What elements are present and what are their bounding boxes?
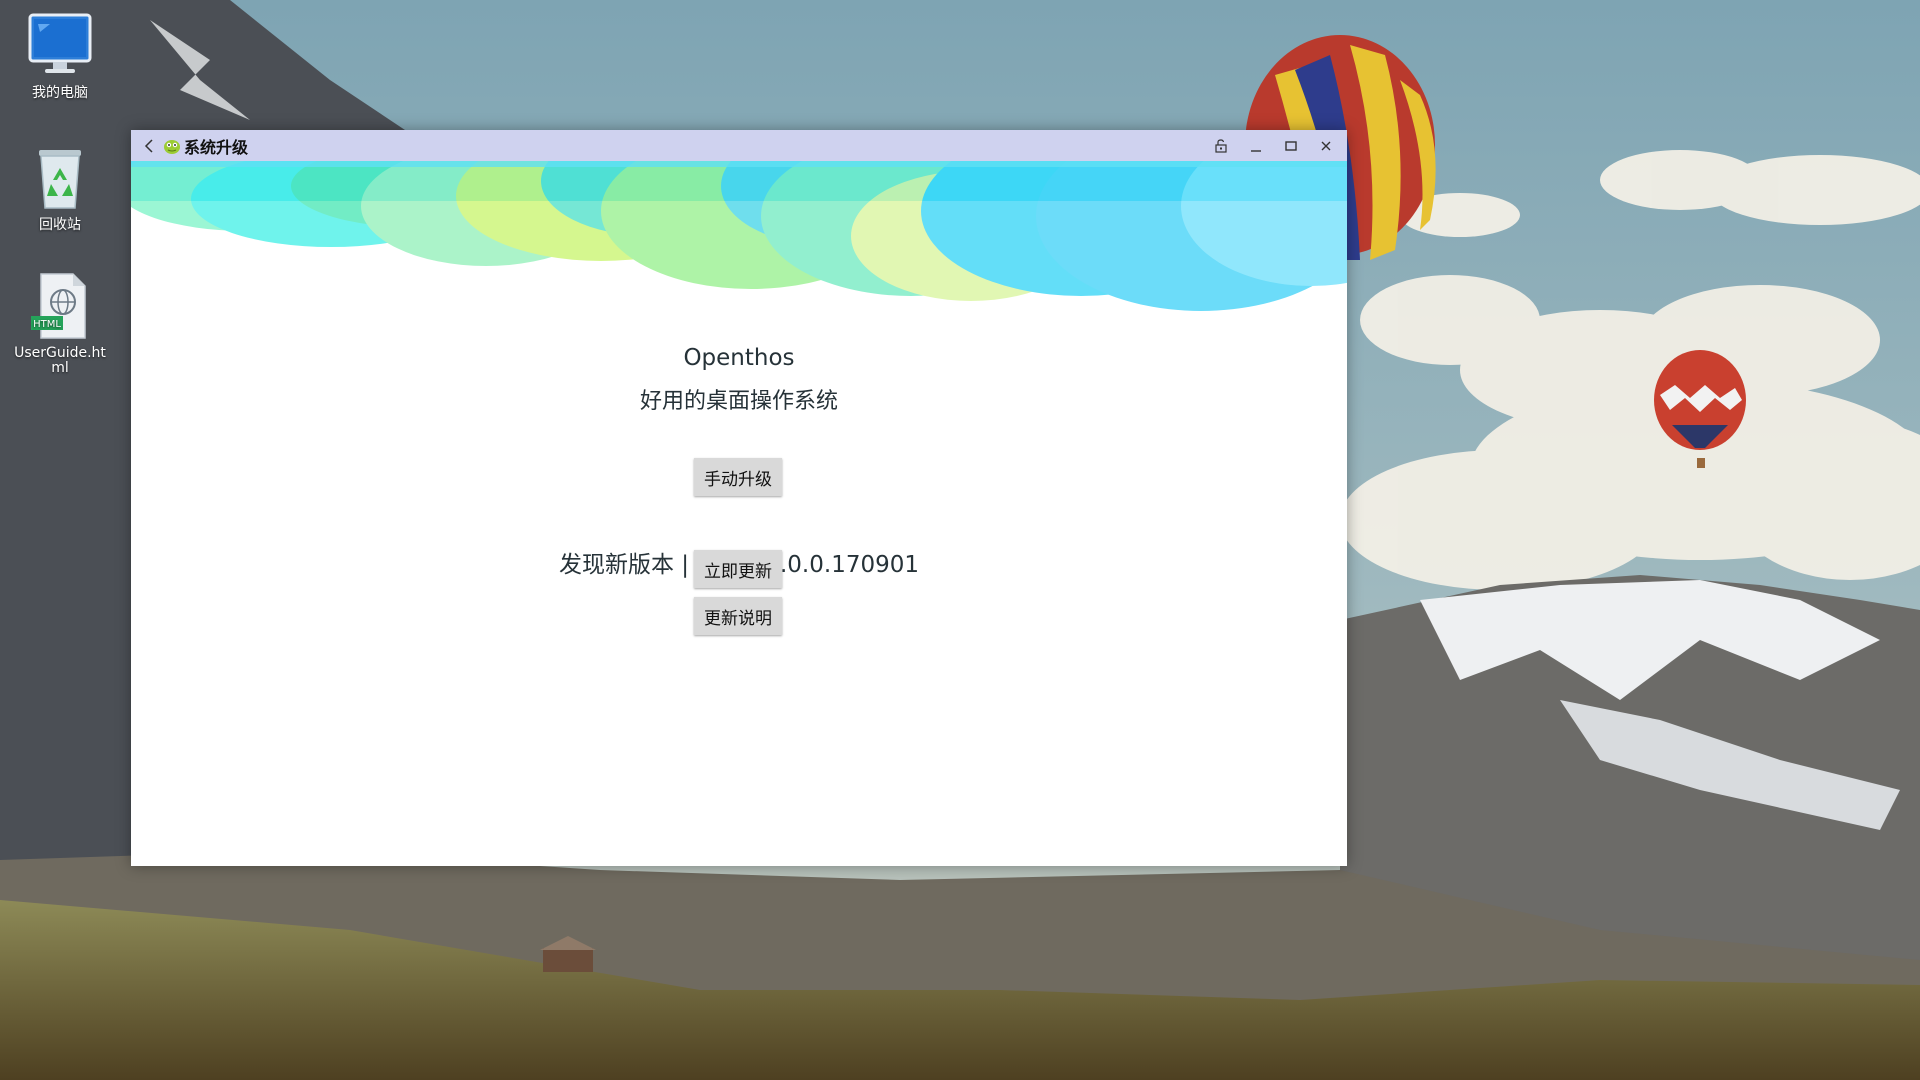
back-button[interactable] (137, 130, 161, 161)
minimize-icon (1250, 149, 1261, 152)
header-banner (131, 161, 1347, 351)
window-unlock-icon (1214, 138, 1227, 153)
desktop-icon-userguide[interactable]: HTML UserGuide.html (14, 272, 106, 376)
computer-icon (25, 12, 95, 82)
html-badge: HTML (33, 319, 61, 330)
manual-upgrade-button[interactable]: 手动升级 (694, 458, 782, 496)
app-icon (163, 137, 181, 155)
html-file-icon: HTML (25, 272, 95, 342)
desktop-icon-label: 我的电脑 (32, 85, 88, 101)
window-titlebar[interactable]: 系统升级 (131, 130, 1347, 161)
chevron-left-icon (144, 138, 153, 153)
window-controls (1203, 130, 1343, 161)
desktop-icon-label: 回收站 (39, 217, 81, 233)
desktop-icon-label: UserGuide.html (14, 345, 106, 376)
maximize-icon (1284, 140, 1297, 151)
close-icon (1321, 141, 1330, 150)
close-button[interactable] (1308, 130, 1343, 161)
update-now-button[interactable]: 立即更新 (694, 550, 782, 588)
release-notes-button[interactable]: 更新说明 (694, 597, 782, 635)
desktop-icon-my-computer[interactable]: 我的电脑 (14, 12, 106, 101)
app-name: Openthos (683, 345, 795, 371)
minimize-button[interactable] (1238, 130, 1273, 161)
system-upgrade-window: 系统升级 Openthos 好用的桌面操作系统 手动升级 发现新版本 | 稳定版… (131, 130, 1347, 866)
maximize-button[interactable] (1273, 130, 1308, 161)
window-title: 系统升级 (184, 137, 249, 157)
recycle-bin-icon (25, 144, 95, 214)
app-slogan: 好用的桌面操作系统 (639, 389, 838, 414)
window-content: Openthos 好用的桌面操作系统 手动升级 发现新版本 | 稳定版1.0.0… (131, 161, 1347, 866)
desktop-icon-recycle-bin[interactable]: 回收站 (14, 144, 106, 233)
unlock-button[interactable] (1203, 130, 1238, 161)
